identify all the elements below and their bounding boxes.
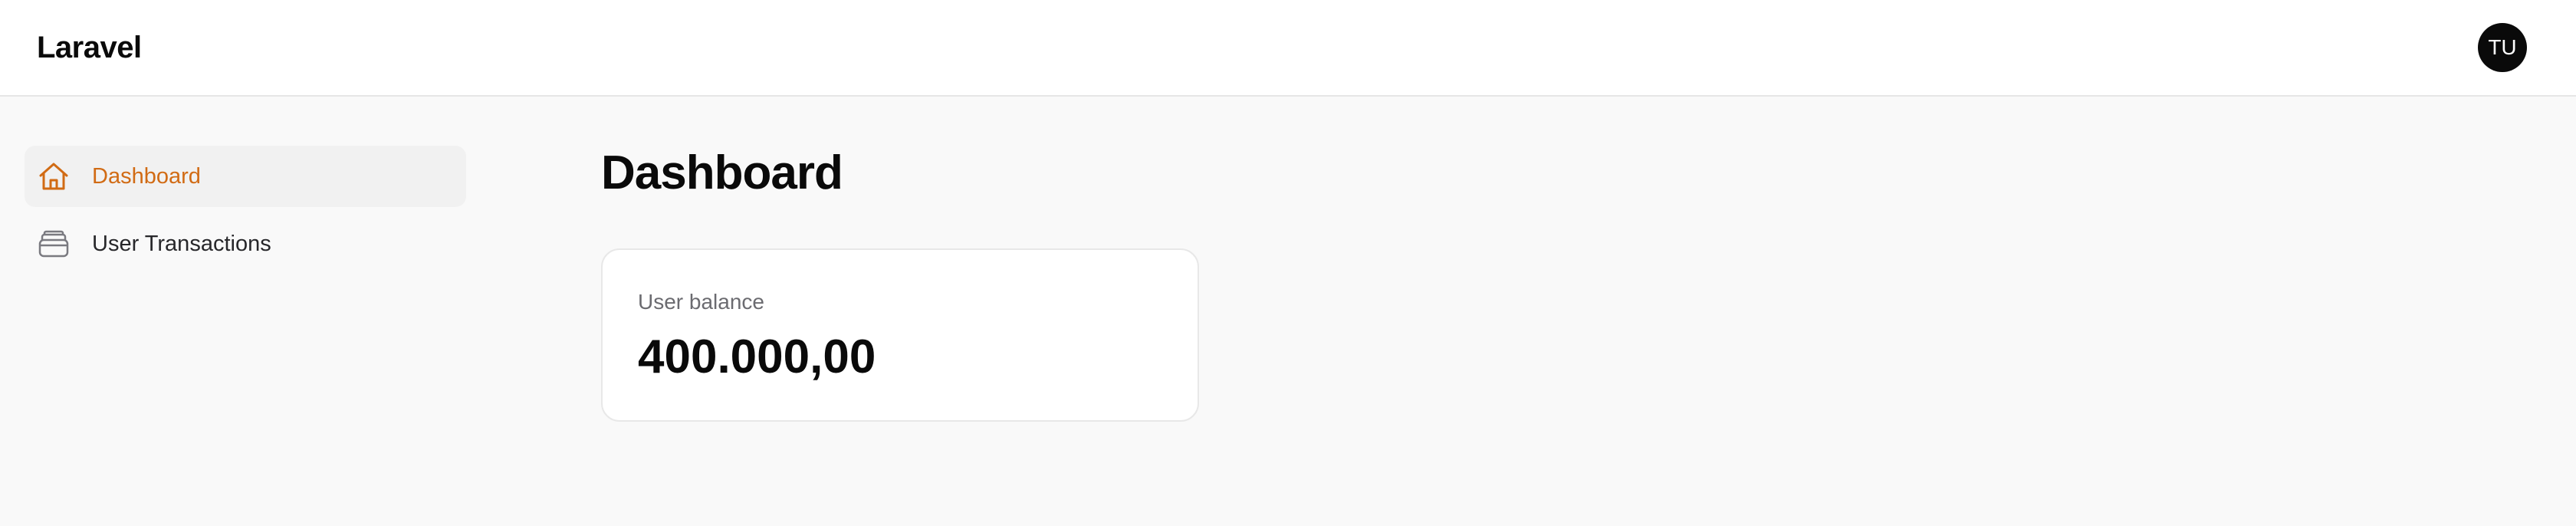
page-title: Dashboard <box>601 146 843 199</box>
top-bar: Laravel TU <box>0 0 2576 97</box>
wallet-icon <box>37 227 71 261</box>
balance-value: 400.000,00 <box>638 330 876 383</box>
user-avatar[interactable]: TU <box>2478 23 2527 72</box>
brand-logo[interactable]: Laravel <box>37 29 142 66</box>
sidebar-item-dashboard[interactable]: Dashboard <box>25 146 466 207</box>
sidebar-item-label: Dashboard <box>92 164 201 189</box>
balance-card: User balance 400.000,00 <box>601 248 1199 422</box>
sidebar-item-label: User Transactions <box>92 232 271 256</box>
home-icon <box>37 159 71 193</box>
balance-label: User balance <box>638 290 764 314</box>
sidebar-item-user-transactions[interactable]: User Transactions <box>25 213 466 275</box>
